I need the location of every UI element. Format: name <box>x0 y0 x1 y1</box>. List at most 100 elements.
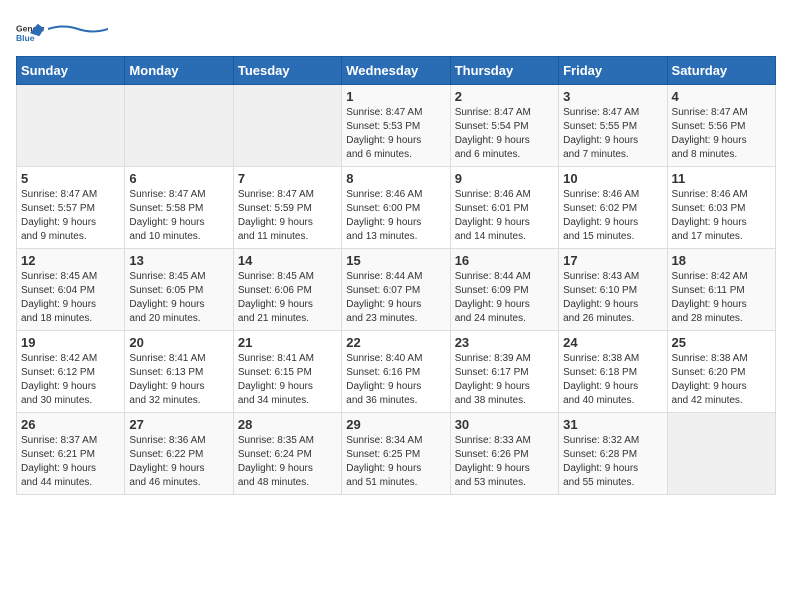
svg-text:Blue: Blue <box>16 33 35 43</box>
cell-info: Sunrise: 8:46 AM Sunset: 6:02 PM Dayligh… <box>563 188 662 244</box>
day-cell: 17 Sunrise: 8:43 AM Sunset: 6:10 PM Dayli… <box>559 249 667 331</box>
header-cell-saturday: Saturday <box>667 57 775 85</box>
day-cell: 28Sunrise: 8:35 AM Sunset: 6:24 PM Dayli… <box>233 413 341 495</box>
cell-info: Sunrise: 8:39 AM Sunset: 6:17 PM Dayligh… <box>455 352 554 408</box>
day-number: 25 <box>672 335 771 350</box>
cell-info: Sunrise: 8:46 AM Sunset: 6:00 PM Dayligh… <box>346 188 445 244</box>
day-number: 23 <box>455 335 554 350</box>
day-number: 12 <box>21 253 120 268</box>
day-number: 2 <box>455 89 554 104</box>
day-number: 6 <box>129 171 228 186</box>
day-cell: 12 Sunrise: 8:45 AM Sunset: 6:04 PM Dayli… <box>17 249 125 331</box>
day-cell: 19Sunrise: 8:42 AM Sunset: 6:12 PM Dayli… <box>17 331 125 413</box>
week-row-3: 12 Sunrise: 8:45 AM Sunset: 6:04 PM Dayli… <box>17 249 776 331</box>
day-cell: 18 Sunrise: 8:42 AM Sunset: 6:11 PM Dayli… <box>667 249 775 331</box>
calendar-table: SundayMondayTuesdayWednesdayThursdayFrid… <box>16 56 776 495</box>
day-cell: 20 Sunrise: 8:41 AM Sunset: 6:13 PM Dayli… <box>125 331 233 413</box>
day-cell: 24 Sunrise: 8:38 AM Sunset: 6:18 PM Dayli… <box>559 331 667 413</box>
day-cell: 25 Sunrise: 8:38 AM Sunset: 6:20 PM Dayli… <box>667 331 775 413</box>
day-cell: 14Sunrise: 8:45 AM Sunset: 6:06 PM Dayli… <box>233 249 341 331</box>
day-cell: 30 Sunrise: 8:33 AM Sunset: 6:26 PM Dayli… <box>450 413 558 495</box>
header-row: SundayMondayTuesdayWednesdayThursdayFrid… <box>17 57 776 85</box>
day-number: 21 <box>238 335 337 350</box>
cell-info: Sunrise: 8:37 AM Sunset: 6:21 PM Dayligh… <box>21 434 120 490</box>
day-cell: 11 Sunrise: 8:46 AM Sunset: 6:03 PM Dayli… <box>667 167 775 249</box>
cell-info: Sunrise: 8:41 AM Sunset: 6:13 PM Dayligh… <box>129 352 228 408</box>
cell-info: Sunrise: 8:38 AM Sunset: 6:18 PM Dayligh… <box>563 352 662 408</box>
cell-info: Sunrise: 8:40 AM Sunset: 6:16 PM Dayligh… <box>346 352 445 408</box>
day-cell: 26 Sunrise: 8:37 AM Sunset: 6:21 PM Dayli… <box>17 413 125 495</box>
cell-info: Sunrise: 8:47 AM Sunset: 5:53 PM Dayligh… <box>346 106 445 162</box>
day-number: 30 <box>455 417 554 432</box>
day-number: 22 <box>346 335 445 350</box>
cell-info: Sunrise: 8:47 AM Sunset: 5:59 PM Dayligh… <box>238 188 337 244</box>
day-number: 1 <box>346 89 445 104</box>
cell-info: Sunrise: 8:44 AM Sunset: 6:09 PM Dayligh… <box>455 270 554 326</box>
day-cell: 31 Sunrise: 8:32 AM Sunset: 6:28 PM Dayli… <box>559 413 667 495</box>
cell-info: Sunrise: 8:45 AM Sunset: 6:06 PM Dayligh… <box>238 270 337 326</box>
day-cell: 7Sunrise: 8:47 AM Sunset: 5:59 PM Daylig… <box>233 167 341 249</box>
day-number: 27 <box>129 417 228 432</box>
cell-info: Sunrise: 8:44 AM Sunset: 6:07 PM Dayligh… <box>346 270 445 326</box>
cell-info: Sunrise: 8:45 AM Sunset: 6:05 PM Dayligh… <box>129 270 228 326</box>
day-number: 28 <box>238 417 337 432</box>
header-cell-monday: Monday <box>125 57 233 85</box>
day-cell: 21 Sunrise: 8:41 AM Sunset: 6:15 PM Dayli… <box>233 331 341 413</box>
logo-wave <box>48 24 108 34</box>
cell-info: Sunrise: 8:32 AM Sunset: 6:28 PM Dayligh… <box>563 434 662 490</box>
cell-info: Sunrise: 8:42 AM Sunset: 6:12 PM Dayligh… <box>21 352 120 408</box>
day-cell: 15 Sunrise: 8:44 AM Sunset: 6:07 PM Dayli… <box>342 249 450 331</box>
cell-info: Sunrise: 8:36 AM Sunset: 6:22 PM Dayligh… <box>129 434 228 490</box>
cell-info: Sunrise: 8:47 AM Sunset: 5:54 PM Dayligh… <box>455 106 554 162</box>
day-cell: 4Sunrise: 8:47 AM Sunset: 5:56 PM Daylig… <box>667 85 775 167</box>
header-cell-tuesday: Tuesday <box>233 57 341 85</box>
day-cell: 13Sunrise: 8:45 AM Sunset: 6:05 PM Dayli… <box>125 249 233 331</box>
cell-info: Sunrise: 8:38 AM Sunset: 6:20 PM Dayligh… <box>672 352 771 408</box>
day-cell: 10 Sunrise: 8:46 AM Sunset: 6:02 PM Dayli… <box>559 167 667 249</box>
cell-info: Sunrise: 8:34 AM Sunset: 6:25 PM Dayligh… <box>346 434 445 490</box>
logo: General Blue <box>16 16 108 44</box>
cell-info: Sunrise: 8:41 AM Sunset: 6:15 PM Dayligh… <box>238 352 337 408</box>
day-number: 15 <box>346 253 445 268</box>
day-number: 5 <box>21 171 120 186</box>
day-number: 24 <box>563 335 662 350</box>
day-cell: 27 Sunrise: 8:36 AM Sunset: 6:22 PM Dayli… <box>125 413 233 495</box>
cell-info: Sunrise: 8:47 AM Sunset: 5:57 PM Dayligh… <box>21 188 120 244</box>
cell-info: Sunrise: 8:33 AM Sunset: 6:26 PM Dayligh… <box>455 434 554 490</box>
cell-info: Sunrise: 8:43 AM Sunset: 6:10 PM Dayligh… <box>563 270 662 326</box>
day-cell: 16 Sunrise: 8:44 AM Sunset: 6:09 PM Dayli… <box>450 249 558 331</box>
day-cell <box>667 413 775 495</box>
cell-info: Sunrise: 8:47 AM Sunset: 5:58 PM Dayligh… <box>129 188 228 244</box>
cell-info: Sunrise: 8:45 AM Sunset: 6:04 PM Dayligh… <box>21 270 120 326</box>
cell-info: Sunrise: 8:47 AM Sunset: 5:56 PM Dayligh… <box>672 106 771 162</box>
cell-info: Sunrise: 8:42 AM Sunset: 6:11 PM Dayligh… <box>672 270 771 326</box>
day-cell <box>233 85 341 167</box>
day-cell: 29 Sunrise: 8:34 AM Sunset: 6:25 PM Dayli… <box>342 413 450 495</box>
day-number: 29 <box>346 417 445 432</box>
cell-info: Sunrise: 8:47 AM Sunset: 5:55 PM Dayligh… <box>563 106 662 162</box>
day-number: 20 <box>129 335 228 350</box>
header-cell-thursday: Thursday <box>450 57 558 85</box>
day-cell <box>17 85 125 167</box>
day-cell: 6 Sunrise: 8:47 AM Sunset: 5:58 PM Daylig… <box>125 167 233 249</box>
day-number: 26 <box>21 417 120 432</box>
day-number: 18 <box>672 253 771 268</box>
header: General Blue <box>16 16 776 44</box>
day-cell: 8 Sunrise: 8:46 AM Sunset: 6:00 PM Daylig… <box>342 167 450 249</box>
day-number: 3 <box>563 89 662 104</box>
day-number: 31 <box>563 417 662 432</box>
day-cell: 22 Sunrise: 8:40 AM Sunset: 6:16 PM Dayli… <box>342 331 450 413</box>
day-number: 16 <box>455 253 554 268</box>
week-row-5: 26 Sunrise: 8:37 AM Sunset: 6:21 PM Dayli… <box>17 413 776 495</box>
day-number: 11 <box>672 171 771 186</box>
day-number: 10 <box>563 171 662 186</box>
cell-info: Sunrise: 8:46 AM Sunset: 6:03 PM Dayligh… <box>672 188 771 244</box>
week-row-2: 5 Sunrise: 8:47 AM Sunset: 5:57 PM Daylig… <box>17 167 776 249</box>
calendar-header: SundayMondayTuesdayWednesdayThursdayFrid… <box>17 57 776 85</box>
day-number: 8 <box>346 171 445 186</box>
week-row-4: 19Sunrise: 8:42 AM Sunset: 6:12 PM Dayli… <box>17 331 776 413</box>
day-cell: 3 Sunrise: 8:47 AM Sunset: 5:55 PM Daylig… <box>559 85 667 167</box>
day-cell: 9Sunrise: 8:46 AM Sunset: 6:01 PM Daylig… <box>450 167 558 249</box>
header-cell-sunday: Sunday <box>17 57 125 85</box>
day-number: 17 <box>563 253 662 268</box>
